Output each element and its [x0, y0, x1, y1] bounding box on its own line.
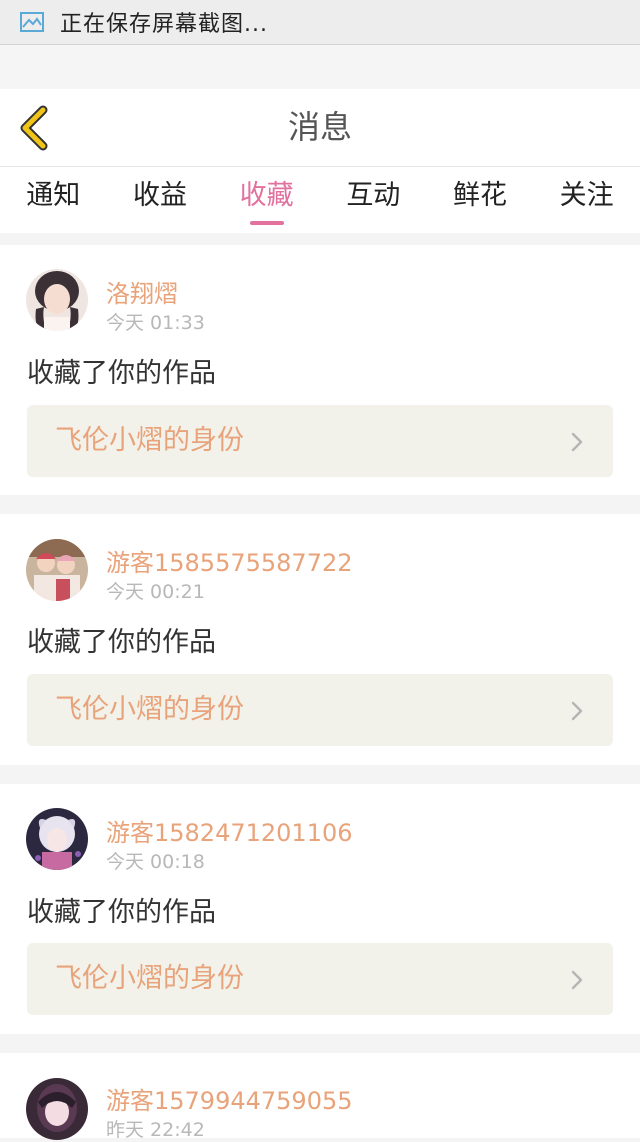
message-card: 游客1579944759055 昨天 22:42 — [0, 1053, 640, 1141]
tab-label: 互动 — [346, 180, 401, 211]
message-card: 洛翔熠 今天 01:33 收藏了你的作品 飞伦小熠的身份 — [0, 245, 640, 495]
user-name[interactable]: 洛翔熠 — [106, 274, 178, 309]
message-time: 今天 00:21 — [106, 581, 205, 603]
tab-label: 收藏 — [239, 180, 294, 211]
action-text: 收藏了你的作品 — [27, 627, 216, 658]
tab-bar: 通知 收益 收藏 互动 鲜花 关注 — [0, 167, 640, 233]
tab-following[interactable]: 关注 — [533, 167, 640, 233]
avatar[interactable] — [26, 808, 88, 870]
tab-label: 鲜花 — [452, 180, 507, 211]
user-name[interactable]: 游客1585575587722 — [106, 543, 353, 578]
chevron-right-icon — [571, 970, 583, 990]
work-title: 飞伦小熠的身份 — [55, 694, 244, 725]
action-text: 收藏了你的作品 — [27, 358, 216, 389]
message-card: 游客1585575587722 今天 00:21 收藏了你的作品 飞伦小熠的身份 — [0, 514, 640, 765]
tab-interactions[interactable]: 互动 — [320, 167, 427, 233]
tab-label: 通知 — [26, 180, 81, 211]
work-link[interactable]: 飞伦小熠的身份 — [27, 674, 613, 746]
page-title: 消息 — [287, 108, 352, 146]
message-time: 今天 01:33 — [106, 312, 205, 334]
work-title: 飞伦小熠的身份 — [55, 963, 244, 994]
chevron-right-icon — [571, 432, 583, 452]
work-link[interactable]: 飞伦小熠的身份 — [27, 943, 613, 1015]
tab-earnings[interactable]: 收益 — [107, 167, 214, 233]
tab-flowers[interactable]: 鲜花 — [427, 167, 534, 233]
active-tab-indicator — [249, 221, 284, 225]
tab-label: 关注 — [559, 180, 614, 211]
action-text: 收藏了你的作品 — [27, 897, 216, 928]
work-link[interactable]: 飞伦小熠的身份 — [27, 405, 613, 477]
message-time: 今天 00:18 — [106, 851, 205, 873]
page-header: 消息 — [0, 89, 640, 167]
notification-bar: 正在保存屏幕截图... — [0, 0, 640, 45]
avatar[interactable] — [26, 269, 88, 331]
chevron-right-icon — [571, 701, 583, 721]
tab-notifications[interactable]: 通知 — [0, 167, 107, 233]
work-title: 飞伦小熠的身份 — [55, 425, 244, 456]
user-name[interactable]: 游客1579944759055 — [106, 1081, 353, 1116]
avatar[interactable] — [26, 1078, 88, 1140]
status-gap — [0, 45, 640, 89]
screenshot-icon — [18, 8, 46, 36]
user-name[interactable]: 游客1582471201106 — [106, 813, 353, 848]
tab-favorites[interactable]: 收藏 — [213, 167, 320, 233]
notification-text: 正在保存屏幕截图... — [60, 12, 268, 37]
tab-label: 收益 — [132, 180, 187, 211]
avatar[interactable] — [26, 539, 88, 601]
message-card: 游客1582471201106 今天 00:18 收藏了你的作品 飞伦小熠的身份 — [0, 784, 640, 1034]
